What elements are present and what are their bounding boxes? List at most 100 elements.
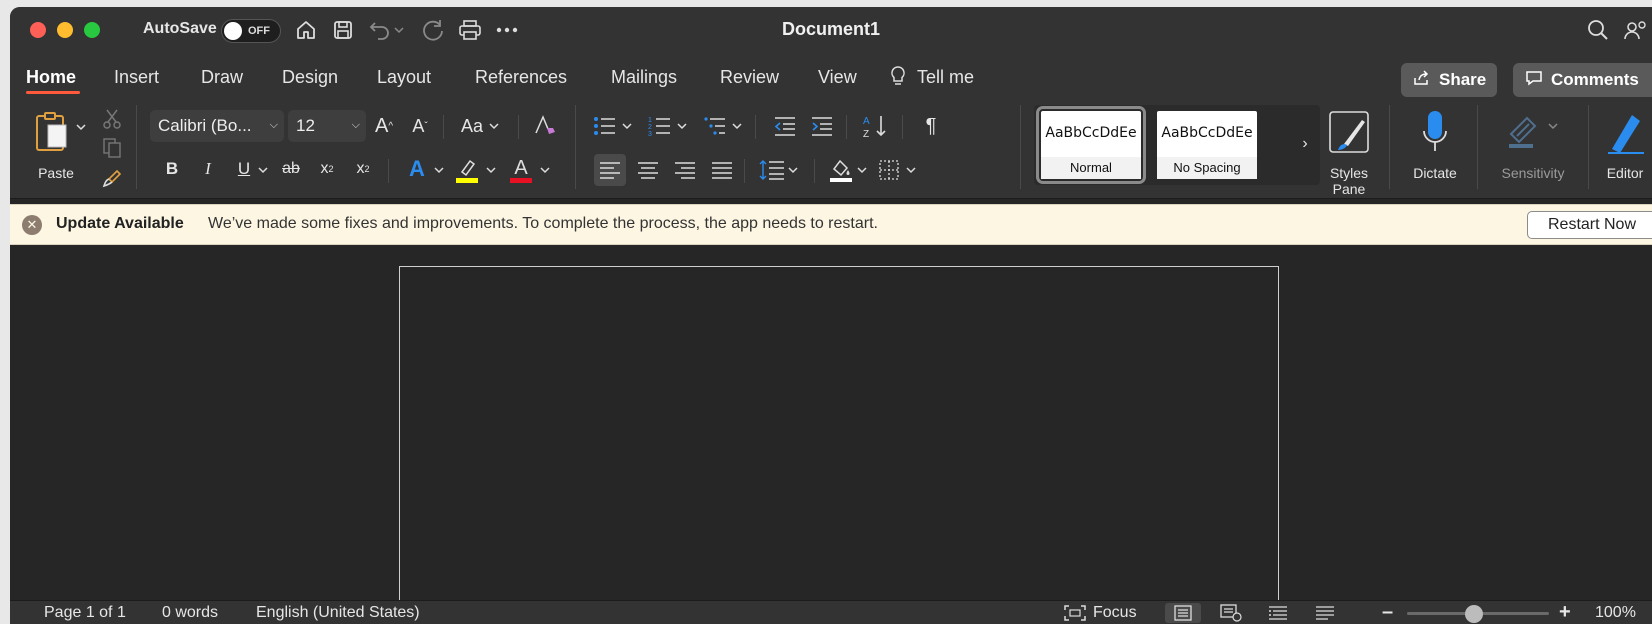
style-normal[interactable]: AaBbCcDdEe Normal xyxy=(1036,106,1146,184)
svg-text:3: 3 xyxy=(648,131,652,137)
line-spacing-icon[interactable] xyxy=(756,154,788,186)
svg-text:A: A xyxy=(863,116,870,127)
chevron-down-icon[interactable] xyxy=(855,163,869,177)
justify-button[interactable] xyxy=(706,154,738,186)
chevron-down-icon[interactable] xyxy=(538,163,552,177)
copy-icon[interactable] xyxy=(98,135,126,161)
comments-button[interactable]: Comments xyxy=(1513,63,1652,97)
chevron-down-icon[interactable] xyxy=(904,163,918,177)
paste-dropdown-icon[interactable] xyxy=(74,119,88,135)
restart-now-button[interactable]: Restart Now xyxy=(1527,211,1652,239)
chevron-down-icon[interactable] xyxy=(256,163,270,177)
subscript-button[interactable]: x2 xyxy=(312,154,342,184)
separator xyxy=(1389,105,1390,189)
align-left-button[interactable] xyxy=(594,154,626,186)
multilevel-list-icon[interactable] xyxy=(700,110,730,142)
styles-pane-label-2: Pane xyxy=(1332,181,1366,197)
decrease-indent-icon[interactable] xyxy=(770,110,800,142)
text-effects-icon[interactable]: A xyxy=(402,154,432,184)
bullets-icon[interactable] xyxy=(590,110,620,142)
pilcrow-icon[interactable]: ¶ xyxy=(916,110,946,142)
zoom-slider-knob[interactable] xyxy=(1465,605,1484,623)
bold-button[interactable]: B xyxy=(158,154,186,184)
tab-mailings[interactable]: Mailings xyxy=(611,67,677,88)
chevron-down-icon[interactable] xyxy=(620,119,634,133)
editor-icon[interactable] xyxy=(1604,107,1648,157)
separator xyxy=(744,159,745,183)
focus-label[interactable]: Focus xyxy=(1093,604,1137,622)
chevron-down-icon[interactable] xyxy=(786,163,800,177)
share-label: Share xyxy=(1439,70,1487,89)
microphone-icon[interactable] xyxy=(1415,107,1455,157)
outline-view-icon[interactable] xyxy=(1260,603,1296,623)
align-right-button[interactable] xyxy=(669,154,701,186)
comment-icon xyxy=(1525,70,1543,91)
tab-layout[interactable]: Layout xyxy=(377,67,431,88)
chevron-down-icon[interactable] xyxy=(432,163,446,177)
tab-review[interactable]: Review xyxy=(720,67,779,88)
svg-text:A: A xyxy=(514,157,528,179)
increase-indent-icon[interactable] xyxy=(807,110,837,142)
chevron-down-icon[interactable] xyxy=(730,119,744,133)
grow-font-icon[interactable]: A ^ xyxy=(369,110,399,142)
language-status[interactable]: English (United States) xyxy=(256,604,420,622)
font-size-dropdown[interactable]: 12 ⌵ xyxy=(288,110,366,142)
zoom-out-button[interactable]: – xyxy=(1382,601,1393,624)
focus-icon[interactable] xyxy=(1062,603,1088,623)
highlight-icon[interactable] xyxy=(452,154,482,186)
zoom-slider[interactable] xyxy=(1407,605,1549,623)
tab-draw[interactable]: Draw xyxy=(201,67,243,88)
word-count[interactable]: 0 words xyxy=(162,604,218,622)
borders-icon[interactable] xyxy=(873,154,905,186)
clear-formatting-icon[interactable] xyxy=(530,110,560,142)
status-bar: Page 1 of 1 0 words English (United Stat… xyxy=(10,600,1652,624)
lightbulb-icon xyxy=(888,65,908,87)
chevron-right-icon[interactable]: › xyxy=(1296,133,1314,155)
italic-button[interactable]: I xyxy=(194,154,222,184)
chevron-down-icon[interactable] xyxy=(1546,119,1560,133)
cut-icon[interactable] xyxy=(98,106,126,132)
styles-pane-icon[interactable] xyxy=(1326,109,1372,155)
web-layout-view-icon[interactable] xyxy=(1213,603,1249,623)
chevron-down-icon: ⌵ xyxy=(269,119,278,131)
tell-me-search[interactable]: Tell me xyxy=(917,67,974,88)
shrink-font-icon[interactable]: Aˇ xyxy=(405,110,435,142)
styles-pane-label-1: Styles xyxy=(1329,165,1369,181)
zoom-level[interactable]: 100% xyxy=(1595,604,1636,622)
chevron-down-icon[interactable] xyxy=(484,163,498,177)
sort-icon[interactable]: AZ xyxy=(860,110,890,142)
notification-message: We’ve made some fixes and improvements. … xyxy=(208,215,878,232)
sensitivity-icon[interactable] xyxy=(1504,109,1544,155)
draft-view-icon[interactable] xyxy=(1307,603,1343,623)
change-case-button[interactable]: Aa xyxy=(457,110,487,142)
chevron-down-icon[interactable] xyxy=(675,119,689,133)
paste-icon[interactable] xyxy=(30,109,74,155)
print-layout-view-icon[interactable] xyxy=(1165,603,1201,623)
style-no-spacing[interactable]: AaBbCcDdEe No Spacing xyxy=(1157,111,1257,179)
share-button[interactable]: Share xyxy=(1401,63,1497,97)
tab-view[interactable]: View xyxy=(818,67,857,88)
dismiss-notification-icon[interactable]: ✕ xyxy=(22,215,42,235)
separator xyxy=(902,115,903,139)
account-icon[interactable] xyxy=(1622,17,1648,43)
underline-button[interactable]: U xyxy=(230,154,258,184)
tab-design[interactable]: Design xyxy=(282,67,338,88)
format-painter-icon[interactable] xyxy=(98,165,126,191)
align-center-button[interactable] xyxy=(632,154,664,186)
superscript-button[interactable]: x2 xyxy=(348,154,378,184)
search-icon[interactable] xyxy=(1585,17,1611,43)
numbering-icon[interactable]: 123 xyxy=(645,110,675,142)
strikethrough-button[interactable]: ab xyxy=(276,154,306,184)
font-color-icon[interactable]: A xyxy=(506,154,536,186)
tab-insert[interactable]: Insert xyxy=(114,67,159,88)
zoom-in-button[interactable]: + xyxy=(1559,601,1571,624)
style-name: No Spacing xyxy=(1157,157,1257,179)
font-name-dropdown[interactable]: Calibri (Bo... ⌵ xyxy=(150,110,284,142)
shading-icon[interactable] xyxy=(825,154,857,186)
chevron-down-icon[interactable] xyxy=(487,119,501,133)
document-page[interactable] xyxy=(399,266,1279,611)
tab-references[interactable]: References xyxy=(475,67,567,88)
tab-home[interactable]: Home xyxy=(26,67,76,88)
page-count[interactable]: Page 1 of 1 xyxy=(44,604,126,622)
separator xyxy=(575,105,576,189)
